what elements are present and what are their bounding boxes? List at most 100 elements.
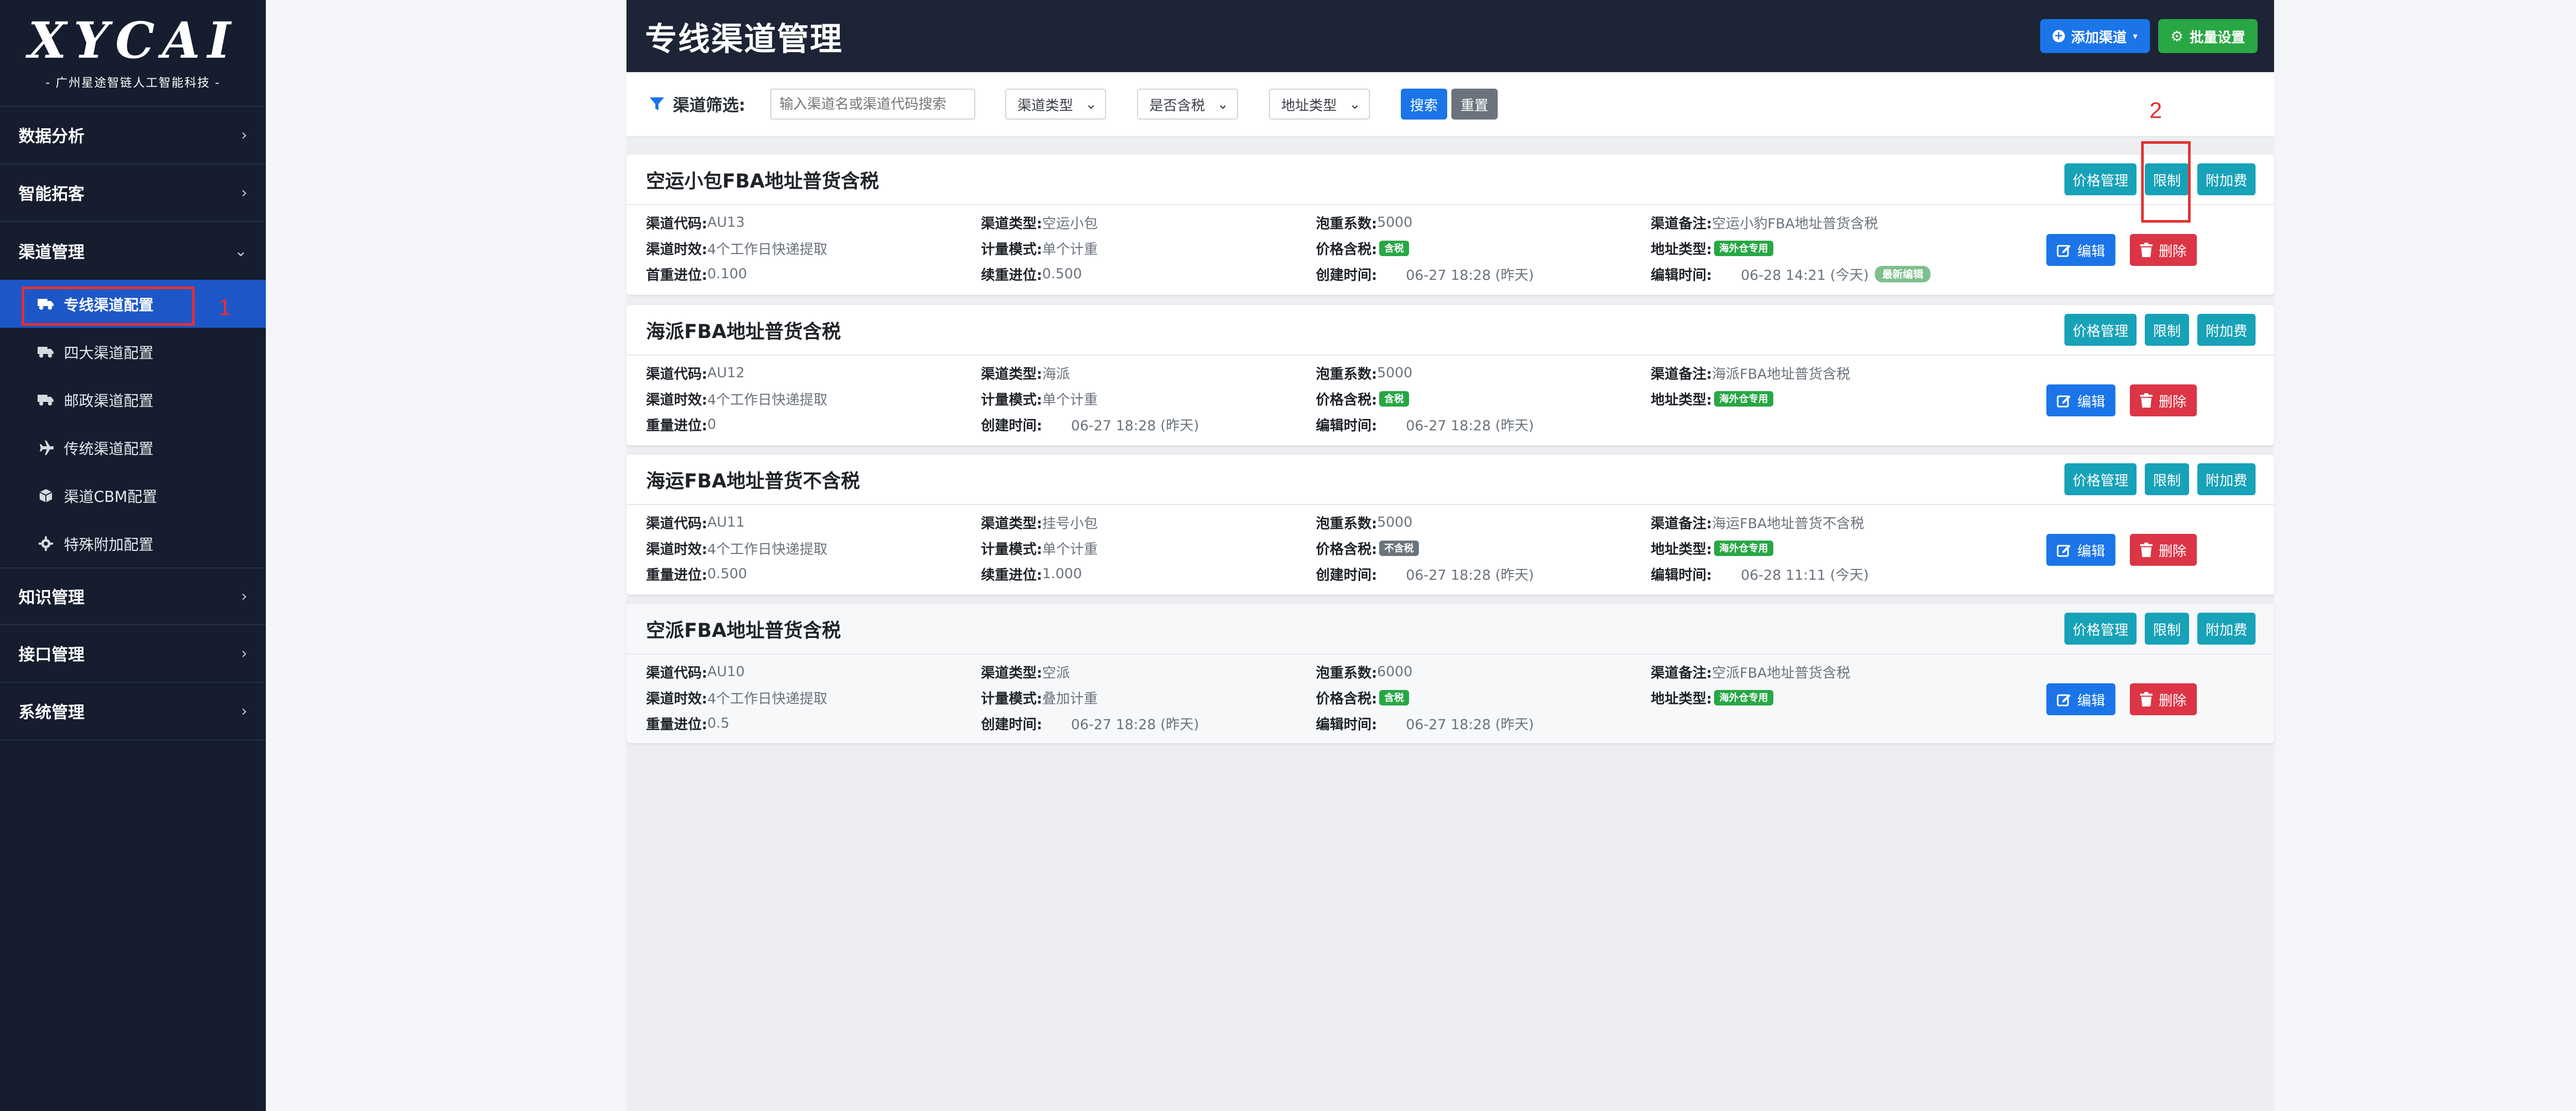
field-label: 渠道类型: (981, 216, 1042, 232)
delete-label: 删除 (2159, 394, 2187, 410)
plus-circle-icon: + (2052, 30, 2065, 42)
reset-button[interactable]: 重置 (1451, 89, 1498, 120)
address-badge: 海外仓专用 (1714, 540, 1773, 556)
delete-button[interactable]: 删除 (2130, 234, 2197, 266)
trash-icon (2140, 543, 2153, 557)
field-label: 价格含税: (1316, 691, 1377, 707)
price-management-button[interactable]: 价格管理 (2064, 163, 2137, 195)
field-value: AU12 (707, 365, 745, 381)
chevron-right-icon: › (241, 702, 247, 720)
sidebar-item-label: 传统渠道配置 (64, 440, 154, 458)
field-label: 价格含税: (1316, 542, 1377, 558)
field-value: 海派 (1042, 366, 1070, 382)
filter-label: 渠道筛选: (649, 92, 745, 116)
field-value: 06-28 11:11 (今天) (1740, 567, 1869, 583)
edit-button[interactable]: 编辑 (2046, 384, 2115, 416)
sidebar-item-big-four-channel[interactable]: 四大渠道配置 (0, 328, 266, 376)
nav-group-smart-leads[interactable]: 智能拓客 › (0, 164, 266, 222)
surcharge-button[interactable]: 附加费 (2197, 314, 2256, 346)
card-header: 空派FBA地址普货含税 价格管理 限制 附加费 (626, 604, 2274, 654)
chevron-down-icon: ⌄ (1085, 96, 1097, 112)
field-label: 计量模式: (981, 691, 1042, 707)
field-label: 重量进位: (646, 717, 707, 733)
channel-card: 空派FBA地址普货含税 价格管理 限制 附加费 渠道代码: AU10 渠道类型: 空… (626, 604, 2274, 743)
channel-remark: 渠道备注: 空派FBA地址普货含税 (1651, 662, 1850, 682)
limit-button[interactable]: 限制 (2145, 613, 2189, 645)
surcharge-button[interactable]: 附加费 (2197, 163, 2256, 195)
surcharge-button[interactable]: 附加费 (2197, 463, 2256, 495)
field-value: 06-27 18:28 (昨天) (1405, 567, 1534, 583)
price-management-button[interactable]: 价格管理 (2064, 463, 2137, 495)
sidebar-item-traditional-channel[interactable]: 传统渠道配置 (0, 424, 266, 472)
truck-icon (37, 345, 55, 359)
sidebar-item-special-surcharge[interactable]: 特殊附加配置 (0, 519, 266, 567)
field-value: 单个计重 (1042, 242, 1098, 258)
nav-group-api[interactable]: 接口管理 › (0, 625, 266, 683)
field-label: 编辑时间: (1316, 418, 1377, 434)
edit-button[interactable]: 编辑 (2046, 683, 2115, 715)
sidebar-item-postal-channel[interactable]: 邮政渠道配置 (0, 376, 266, 424)
field-label: 续重进位: (981, 267, 1042, 283)
nav-group-system[interactable]: 系统管理 › (0, 683, 266, 740)
main-content: 专线渠道管理 + 添加渠道 ▾ ⚙ 批量设置 渠道筛选: 渠道类型 ⌄ 是否含税… (626, 0, 2274, 1111)
select-value: 是否含税 (1149, 97, 1205, 114)
edit-label: 编辑 (2077, 394, 2105, 410)
nav-group-data-analysis[interactable]: 数据分析 › (0, 107, 266, 164)
channel-timeliness: 渠道时效: 4个工作日快递提取 (646, 238, 827, 258)
field-label: 地址类型: (1651, 542, 1712, 558)
price-tax: 价格含税: 含税 (1316, 687, 1409, 708)
channel-search-input[interactable] (770, 89, 975, 120)
created-time: 创建时间: 06-27 18:28 (昨天) (1316, 564, 1534, 584)
sidebar-item-label: 特殊附加配置 (64, 535, 154, 553)
metering-mode: 计量模式: 单个计重 (981, 238, 1098, 258)
field-label: 编辑时间: (1651, 267, 1712, 283)
batch-settings-button[interactable]: ⚙ 批量设置 (2158, 19, 2258, 53)
limit-button[interactable]: 限制 (2145, 463, 2189, 495)
nav-group-knowledge[interactable]: 知识管理 › (0, 567, 266, 625)
page-title: 专线渠道管理 (645, 20, 843, 58)
nav-group-label: 知识管理 (19, 587, 85, 607)
surcharge-button[interactable]: 附加费 (2197, 613, 2256, 645)
field-value: 空运小豹FBA地址普货含税 (1711, 216, 1878, 232)
delete-button[interactable]: 删除 (2130, 384, 2197, 416)
field-label: 渠道类型: (981, 516, 1042, 532)
edit-button[interactable]: 编辑 (2046, 234, 2115, 266)
channel-type-select[interactable]: 渠道类型 ⌄ (1005, 89, 1106, 120)
nav-group-channel-management[interactable]: 渠道管理 ⌄ (0, 222, 266, 280)
sidebar-item-label: 邮政渠道配置 (64, 392, 154, 410)
address-badge: 海外仓专用 (1714, 391, 1773, 407)
sidebar-item-cbm-channel[interactable]: 渠道CBM配置 (0, 472, 266, 519)
channel-title: 空运小包FBA地址普货含税 (646, 170, 879, 192)
field-value: 叠加计重 (1042, 691, 1098, 707)
chevron-right-icon: › (241, 587, 247, 605)
field-label: 价格含税: (1316, 392, 1377, 408)
edited-time: 编辑时间: 06-28 14:21 (今天) 最新编辑 (1651, 264, 1931, 284)
field-value: 06-27 18:28 (昨天) (1405, 267, 1534, 283)
field-label: 创建时间: (1316, 567, 1377, 583)
price-management-button[interactable]: 价格管理 (2064, 314, 2137, 346)
continued-weight-rounding: 续重进位: 1.000 (981, 564, 1082, 584)
channel-code: 渠道代码: AU11 (646, 512, 744, 532)
field-value: 4个工作日快递提取 (707, 242, 827, 258)
delete-label: 删除 (2159, 243, 2187, 260)
search-button[interactable]: 搜索 (1400, 89, 1447, 120)
field-value: 0.500 (1042, 266, 1082, 282)
field-value: 0.5 (707, 715, 730, 731)
delete-button[interactable]: 删除 (2130, 534, 2197, 566)
tax-badge: 含税 (1379, 689, 1409, 705)
weight-rounding: 重量进位: 0.5 (646, 713, 730, 733)
delete-button[interactable]: 删除 (2130, 683, 2197, 715)
price-management-button[interactable]: 价格管理 (2064, 613, 2137, 645)
tax-select[interactable]: 是否含税 ⌄ (1137, 89, 1238, 120)
delete-label: 删除 (2159, 543, 2187, 560)
channel-timeliness: 渠道时效: 4个工作日快递提取 (646, 538, 827, 558)
add-channel-button[interactable]: + 添加渠道 ▾ (2040, 19, 2150, 53)
field-value: 06-28 14:21 (今天) (1740, 267, 1869, 283)
field-label: 渠道代码: (646, 216, 707, 232)
channel-type: 渠道类型: 空派 (981, 662, 1070, 682)
edit-label: 编辑 (2077, 693, 2105, 709)
address-type-select[interactable]: 地址类型 ⌄ (1268, 89, 1370, 120)
limit-button[interactable]: 限制 (2145, 314, 2189, 346)
edit-button[interactable]: 编辑 (2046, 534, 2115, 566)
sidebar-item-label: 四大渠道配置 (64, 344, 154, 362)
